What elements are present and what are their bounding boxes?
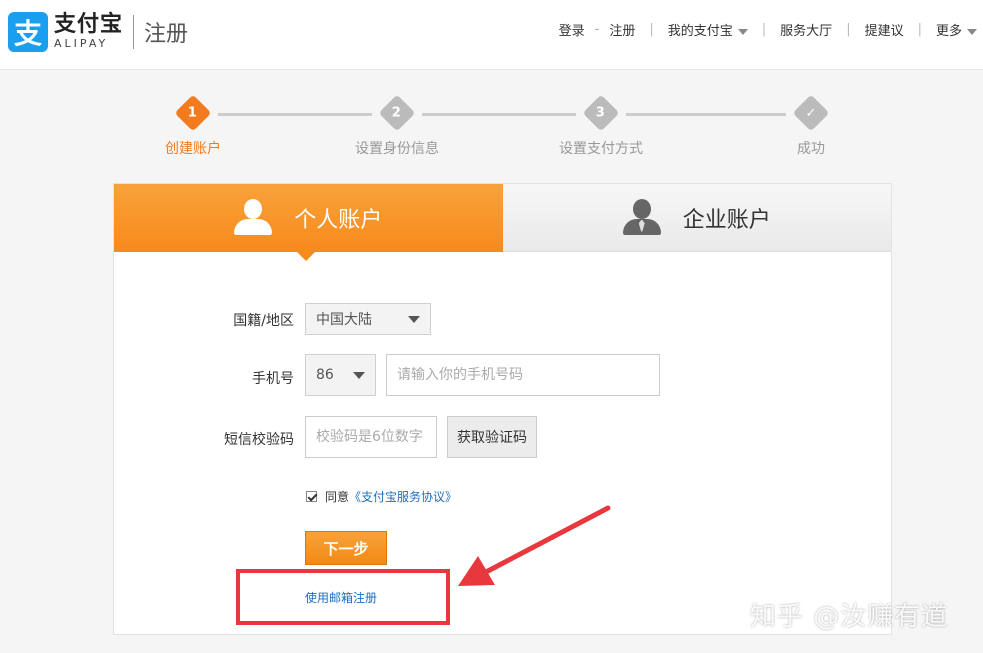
- logo-text: 支付宝 ALIPAY: [54, 13, 123, 51]
- step-number-icon: 1: [174, 94, 212, 132]
- watermark: 知乎 @汝赚有道: [750, 602, 949, 632]
- chevron-down-icon: [967, 28, 977, 35]
- next-button[interactable]: 下一步: [305, 531, 387, 565]
- nationality-select[interactable]: 中国大陆: [305, 303, 431, 335]
- logo-cn: 支付宝: [54, 12, 124, 37]
- service-agreement-link[interactable]: 《支付宝服务协议》: [349, 488, 457, 505]
- step-label: 成功: [797, 141, 825, 157]
- step-identity: 2 设置身份信息: [337, 94, 457, 158]
- nav-divider: |: [846, 22, 851, 37]
- chevron-down-icon: [737, 28, 748, 35]
- nav-register[interactable]: 注册: [603, 20, 641, 39]
- get-code-button[interactable]: 获取验证码: [447, 416, 537, 458]
- agree-checkbox[interactable]: [306, 491, 317, 502]
- sms-code-label: 短信校验码: [224, 432, 294, 448]
- step-number-icon: 2: [378, 94, 416, 132]
- step-payment: 3 设置支付方式: [541, 94, 661, 158]
- step-create-account: 1 创建账户: [133, 94, 253, 158]
- step-label: 设置身份信息: [355, 141, 439, 157]
- phone-input[interactable]: [386, 354, 660, 396]
- progress-steps: 1 创建账户 2 设置身份信息 3 设置支付方式 ✓ 成功: [0, 94, 983, 158]
- tab-label: 个人账户: [294, 208, 383, 233]
- nationality-value: 中国大陆: [316, 312, 372, 328]
- nav-suggest[interactable]: 提建议: [859, 20, 910, 39]
- sms-code-input[interactable]: [305, 416, 437, 458]
- business-user-icon: [622, 198, 661, 237]
- nationality-label: 国籍/地区: [233, 313, 294, 329]
- nav-more-label: 更多: [935, 24, 962, 39]
- nav-login[interactable]: 登录: [553, 20, 591, 39]
- agree-text: 同意: [325, 490, 350, 504]
- page-title: 注册: [144, 22, 189, 47]
- nav-my-alipay[interactable]: 我的支付宝: [662, 20, 754, 39]
- agreement-row: 同意 《支付宝服务协议》: [306, 488, 457, 505]
- logo-divider: [133, 15, 135, 49]
- nav-service-hall[interactable]: 服务大厅: [774, 20, 838, 39]
- logo-en: ALIPAY: [54, 37, 109, 50]
- checkmark-icon: ✓: [792, 94, 830, 132]
- phone-label: 手机号: [252, 371, 294, 387]
- tab-personal-account[interactable]: 个人账户: [114, 184, 503, 261]
- highlight-box: [236, 569, 450, 625]
- user-icon: [234, 199, 273, 237]
- step-success: ✓ 成功: [751, 94, 871, 158]
- nav-divider: |: [917, 22, 922, 37]
- register-card: 个人账户 企业账户 国籍/地区 中国大陆 手机号 86 短信校验码 获取验证码 …: [113, 183, 892, 635]
- nav-my-alipay-label: 我的支付宝: [667, 24, 733, 39]
- tab-label: 企业账户: [682, 207, 771, 233]
- header: 支 支付宝 ALIPAY 注册 登录 - 注册 | 我的支付宝 | 服务大厅 |…: [0, 0, 983, 70]
- step-label: 创建账户: [165, 141, 221, 157]
- dropdown-arrow-icon: [408, 316, 420, 323]
- alipay-logo-icon: 支: [8, 12, 48, 52]
- account-type-tabs: 个人账户 企业账户: [114, 184, 891, 261]
- nav-dash: -: [594, 22, 600, 37]
- step-label: 设置支付方式: [559, 141, 643, 157]
- alipay-logo[interactable]: 支 支付宝 ALIPAY 注册: [8, 12, 188, 52]
- nav-divider: |: [649, 22, 654, 37]
- nav-more[interactable]: 更多: [930, 20, 983, 39]
- dropdown-arrow-icon: [353, 372, 365, 379]
- country-code-value: 86: [316, 367, 334, 383]
- step-number-icon: 3: [582, 94, 620, 132]
- tab-business-account[interactable]: 企业账户: [502, 184, 891, 252]
- country-code-select[interactable]: 86: [305, 354, 376, 396]
- nav-divider: |: [761, 22, 767, 37]
- top-nav: 登录 - 注册 | 我的支付宝 | 服务大厅 | 提建议 | 更多: [553, 20, 983, 39]
